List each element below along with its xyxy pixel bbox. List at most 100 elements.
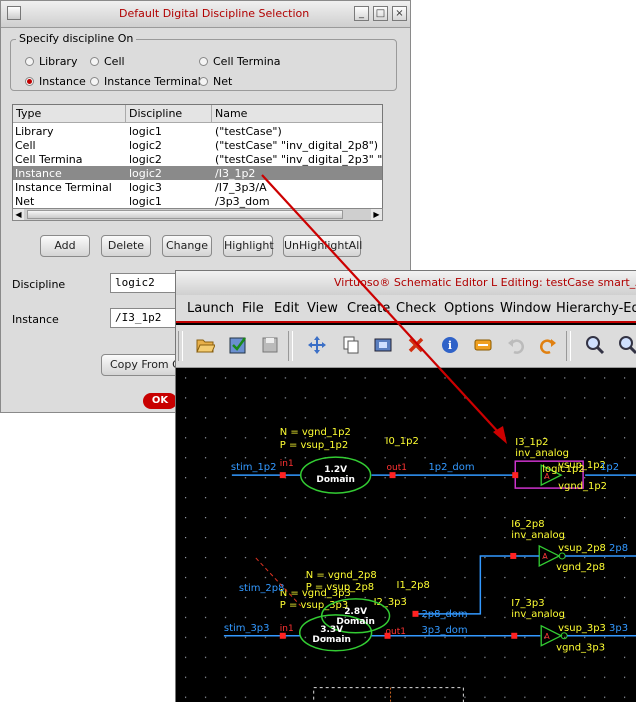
pin-marker[interactable] [512,472,519,479]
dialog-title: Default Digital Discipline Selection [119,7,310,20]
unhighlight-all-button[interactable]: UnHighlightAll [283,235,362,257]
radio-instance[interactable]: Instance [25,75,86,88]
menu-create[interactable]: Create [347,301,390,316]
open-folder-icon[interactable] [195,335,215,355]
close-button[interactable]: × [392,6,407,21]
radio-cell-terminal-indicator[interactable] [199,57,208,66]
discipline-table[interactable]: Type Discipline Name Library logic1 ("te… [12,104,383,221]
schematic-canvas[interactable]: N = vgnd_1p2 P = vsup_1p2 I0_1p2 stim_1p… [176,368,636,702]
add-button[interactable]: Add [40,235,90,257]
cell-name: ("testCase" "inv_digital_2p8") [215,139,379,152]
radio-library[interactable]: Library [25,55,77,68]
delete-button[interactable]: Delete [101,235,151,257]
pin-marker[interactable] [279,632,286,639]
radio-net-indicator[interactable] [199,77,208,86]
menu-options[interactable]: Options [444,301,494,316]
table-row-selected[interactable]: Instance logic2 /I3_1p2 [13,166,382,180]
maximize-button[interactable]: □ [373,6,388,21]
cell-type: Cell Termina [15,153,83,166]
zoom-in-icon[interactable] [585,335,605,355]
cell-discipline: logic1 [129,195,162,208]
radio-cell-terminal[interactable]: Cell Termina [199,55,281,68]
move-icon[interactable] [307,335,327,355]
pin-marker[interactable] [279,472,286,479]
scroll-right-icon[interactable]: ▶ [371,209,382,220]
pin-marker[interactable] [511,632,518,639]
net-label: 3p3 [609,623,628,634]
radio-library-indicator[interactable] [25,57,34,66]
ok-button[interactable]: OK [143,393,177,409]
radio-instance-terminal[interactable]: Instance Terminal [90,75,201,88]
cell-name: ("testCase" "inv_digital_2p3" "Y") [215,153,383,166]
cell-type: Net [15,195,35,208]
check-and-save-icon[interactable] [228,335,248,355]
radio-instance-indicator[interactable] [25,77,34,86]
pin-marker[interactable] [412,610,419,617]
table-row[interactable]: Cell logic2 ("testCase" "inv_digital_2p8… [13,138,382,152]
pin-label: stim_2p8 [239,583,285,594]
ground-label: vgnd_3p3 [556,643,605,654]
highlight-button[interactable]: Highlight [223,235,274,257]
menu-file[interactable]: File [242,301,264,316]
properties-info-icon[interactable]: i [440,335,460,355]
dialog-titlebar: Default Digital Discipline Selection _ □… [1,1,410,28]
header-name[interactable]: Name [215,107,247,120]
save-icon[interactable] [260,335,280,355]
minimize-button[interactable]: _ [354,6,369,21]
param-p-label: P = vsup_2p8 [306,582,374,593]
domain-voltage-label: 2.8V [344,607,367,617]
net-label: 1p2_dom [428,462,474,473]
cell-type: Library [15,125,54,138]
menu-check[interactable]: Check [396,301,436,316]
pin-marker[interactable] [510,552,517,559]
menu-hierarchy-edit[interactable]: Hierarchy-Edi [556,301,636,316]
stretch-icon[interactable] [373,335,393,355]
delete-icon[interactable] [406,335,426,355]
table-row[interactable]: Library logic1 ("testCase") [13,124,382,138]
menu-window[interactable]: Window [500,301,551,316]
header-type[interactable]: Type [16,107,41,120]
zoom-out-icon[interactable] [618,335,636,355]
table-row[interactable]: Instance Terminal logic3 /I7_3p3/A [13,180,382,194]
column-separator[interactable] [211,105,212,122]
instance-name-label: I2_3p3 [374,597,407,608]
toolbar-separator [288,331,293,361]
table-row[interactable]: Net logic1 /3p3_dom [13,194,382,208]
ground-label: vgnd_1p2 [558,481,607,492]
header-discipline[interactable]: Discipline [129,107,182,120]
redo-icon[interactable] [538,335,558,355]
change-button[interactable]: Change [162,235,212,257]
pin-marker[interactable] [384,632,391,639]
column-separator[interactable] [125,105,126,122]
supply-label: vsup_2p8 [558,543,606,554]
radio-net[interactable]: Net [199,75,232,88]
schematic-title: Virtuoso® Schematic Editor L Editing: te… [334,276,636,289]
menu-launch[interactable]: Launch [187,301,234,316]
cell-discipline: logic1 [129,125,162,138]
undo-icon[interactable] [506,335,526,355]
table-horizontal-scrollbar[interactable]: ◀ ▶ [12,208,383,221]
copy-icon[interactable] [341,335,361,355]
radio-cell[interactable]: Cell [90,55,125,68]
instance-name-label: I7_3p3 [511,598,544,609]
table-header: Type Discipline Name [13,105,382,123]
menu-view[interactable]: View [307,301,338,316]
terminal-label: A [544,472,550,481]
radio-instance-terminal-indicator[interactable] [90,77,99,86]
scrollbar-thumb[interactable] [27,210,343,219]
cell-name-label: inv_analog [511,530,565,541]
radio-cell-indicator[interactable] [90,57,99,66]
svg-text:i: i [448,339,452,352]
menu-edit[interactable]: Edit [274,301,299,316]
table-row[interactable]: Cell Termina logic2 ("testCase" "inv_dig… [13,152,382,166]
swap-icon[interactable] [473,335,493,355]
scroll-left-icon[interactable]: ◀ [13,209,24,220]
cell-name: ("testCase") [215,125,282,138]
param-n-label: N = vgnd_1p2 [280,427,351,438]
instance-field[interactable]: /I3_1p2 [110,308,180,328]
terminal-label: A [542,552,548,561]
pin-marker[interactable] [389,472,396,479]
cell-name-label: inv_analog [515,448,569,459]
discipline-field[interactable]: logic2 [110,273,180,293]
window-menu-icon[interactable] [7,6,21,20]
